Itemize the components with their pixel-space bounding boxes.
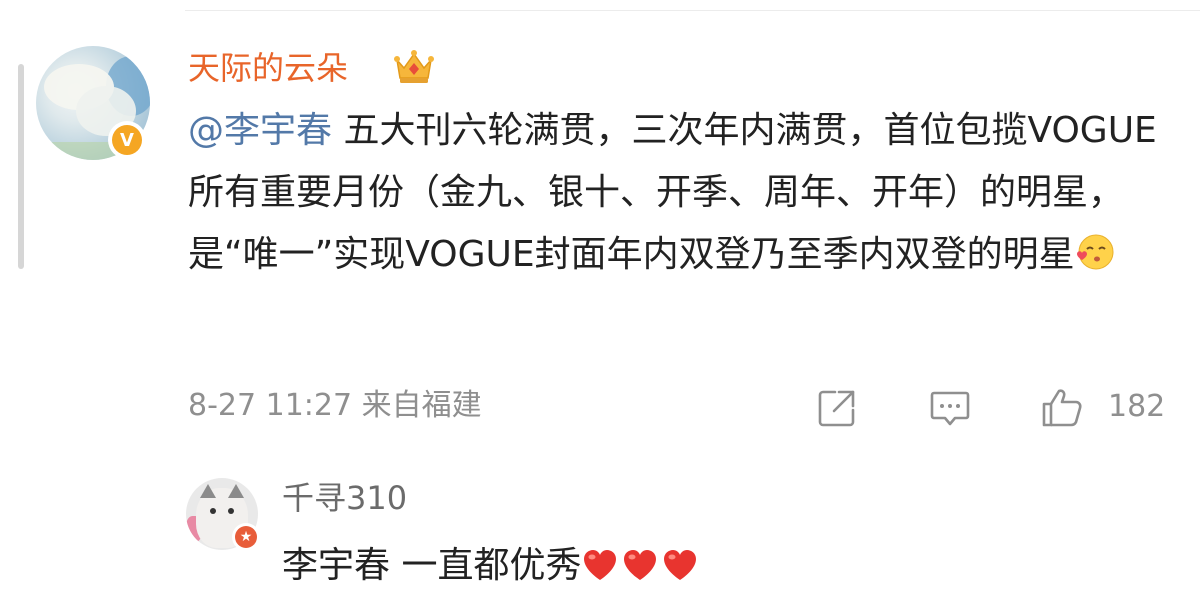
heart-emoji-group: [581, 545, 701, 586]
verified-v-icon: V: [112, 125, 142, 155]
comment-time: 8-27 11:27: [188, 388, 353, 423]
mention-link[interactable]: @李宇春: [188, 110, 332, 151]
reply-user-badge: ★: [232, 523, 260, 551]
comment-username[interactable]: 天际的云朵: [188, 46, 348, 90]
heart-emoji-icon: [584, 550, 617, 580]
like-count: 182: [1108, 389, 1166, 424]
heart-emoji-icon: [624, 550, 657, 580]
heart-emoji-icon: [664, 550, 697, 580]
comment-meta: 8-27 11:27 来自福建: [188, 386, 482, 426]
comment-body: @李宇春 五大刊六轮满贯，三次年内满贯，首位包揽VOGUE所有重要月份（金九、银…: [188, 100, 1173, 286]
reply-text: 李宇春 一直都优秀: [282, 545, 582, 586]
crown-icon: [394, 50, 434, 83]
comment-text: 五大刊六轮满贯，三次年内满贯，首位包揽VOGUE所有重要月份（金九、银十、开季、…: [188, 110, 1157, 275]
like-icon[interactable]: [1040, 386, 1084, 430]
reply-body: 李宇春 一直都优秀: [282, 540, 701, 592]
verified-badge: V: [108, 121, 146, 159]
comment-page: V 天际的云朵 @李宇春 五大刊六轮满贯，三次年内满贯，首位包揽VOGUE所有重…: [0, 0, 1200, 613]
comment-icon[interactable]: [928, 386, 972, 430]
share-icon[interactable]: [815, 386, 859, 430]
star-badge-icon: ★: [235, 526, 257, 548]
divider: [185, 10, 1200, 11]
comment-source: 来自福建: [361, 388, 482, 423]
scrollbar[interactable]: [18, 64, 24, 269]
kiss-emoji-icon: [1076, 234, 1114, 270]
reply-username[interactable]: 千寻310: [282, 476, 407, 520]
